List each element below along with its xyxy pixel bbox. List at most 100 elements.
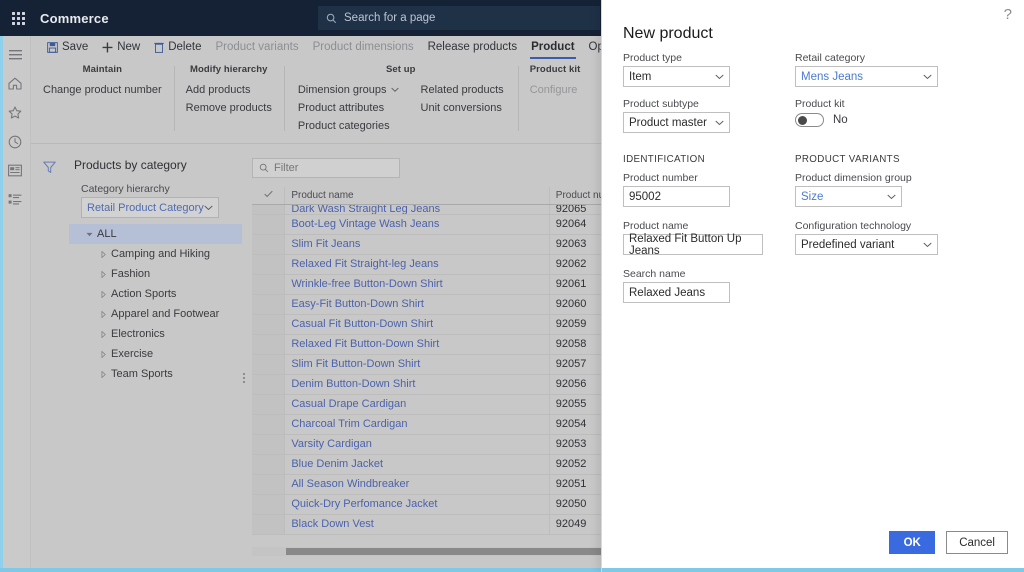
splitter-dots-icon xyxy=(243,373,245,383)
triangle-collapsed-icon[interactable] xyxy=(95,290,111,298)
row-select-cell[interactable] xyxy=(252,234,286,255)
unit-conversions-item[interactable]: Unit conversions xyxy=(421,102,504,114)
tree-node-exercise[interactable]: Exercise xyxy=(69,344,242,364)
triangle-collapsed-icon[interactable] xyxy=(95,250,111,258)
row-select-cell[interactable] xyxy=(252,274,286,295)
triangle-collapsed-icon[interactable] xyxy=(95,350,111,358)
row-select-cell[interactable] xyxy=(252,514,286,535)
question-mark-icon[interactable]: ? xyxy=(1004,7,1012,22)
field-product-subtype: Product subtype Product master xyxy=(623,98,768,133)
product-categories-item[interactable]: Product categories xyxy=(298,120,399,132)
row-select-cell[interactable] xyxy=(252,314,286,335)
product-type-select[interactable]: Item xyxy=(623,66,730,87)
product-subtype-select[interactable]: Product master xyxy=(623,112,730,133)
cell-product-name[interactable]: Slim Fit Jeans xyxy=(284,234,550,255)
add-products-item[interactable]: Add products xyxy=(186,84,272,96)
row-select-cell[interactable] xyxy=(252,354,286,375)
category-hierarchy-select[interactable]: Retail Product Category xyxy=(81,197,219,218)
cell-product-name[interactable]: All Season Windbreaker xyxy=(284,474,550,495)
tab-product-variants[interactable]: Product variants xyxy=(208,36,305,58)
clock-icon[interactable] xyxy=(0,128,31,155)
tree-node-apparel-and-footwear[interactable]: Apparel and Footwear xyxy=(69,304,242,324)
row-select-cell[interactable] xyxy=(252,204,286,215)
row-product-number: Product number 95002 Product dimension g… xyxy=(623,172,1005,207)
retail-category-select[interactable]: Mens Jeans xyxy=(795,66,938,87)
dimension-groups-item[interactable]: Dimension groups xyxy=(298,84,399,96)
ok-button[interactable]: OK xyxy=(889,531,936,554)
cell-product-name[interactable]: Varsity Cardigan xyxy=(284,434,550,455)
tab-product-dimensions[interactable]: Product dimensions xyxy=(306,36,421,58)
cell-product-name[interactable]: Boot-Leg Vintage Wash Jeans xyxy=(284,214,550,235)
row-product-name: Product name Relaxed Fit Button Up Jeans… xyxy=(623,220,1005,257)
tab-release-products[interactable]: Release products xyxy=(421,36,525,58)
modules-list-icon[interactable] xyxy=(0,186,31,213)
home-icon[interactable] xyxy=(0,70,31,97)
tree-node-fashion[interactable]: Fashion xyxy=(69,264,242,284)
row-select-cell[interactable] xyxy=(252,494,286,515)
dialog-bottom-accent xyxy=(602,568,1024,572)
tree-node-label: Fashion xyxy=(111,268,151,280)
search-name-input[interactable]: Relaxed Jeans xyxy=(623,282,730,303)
cancel-button[interactable]: Cancel xyxy=(946,531,1008,554)
product-name-input[interactable]: Relaxed Fit Button Up Jeans xyxy=(623,233,763,257)
funnel-filter-icon[interactable] xyxy=(43,161,56,174)
tree-node-team-sports[interactable]: Team Sports xyxy=(69,364,242,384)
delete-button[interactable]: Delete xyxy=(147,36,208,58)
cell-product-name[interactable]: Denim Button-Down Shirt xyxy=(284,374,550,395)
cell-product-name[interactable]: Black Down Vest xyxy=(284,514,550,535)
left-accent-strip xyxy=(0,36,3,572)
grid-filter-input[interactable]: Filter xyxy=(252,158,400,178)
product-number-input[interactable]: 95002 xyxy=(623,186,730,207)
cell-product-name[interactable]: Dark Wash Straight Leg Jeans xyxy=(284,204,550,215)
product-attributes-item[interactable]: Product attributes xyxy=(298,102,399,114)
row-select-cell[interactable] xyxy=(252,254,286,275)
row-select-cell[interactable] xyxy=(252,454,286,475)
save-button[interactable]: Save xyxy=(40,36,95,58)
app-launcher-waffle-icon[interactable] xyxy=(0,0,36,36)
cell-product-name[interactable]: Wrinkle-free Button-Down Shirt xyxy=(284,274,550,295)
hamburger-menu-icon[interactable] xyxy=(0,41,31,68)
page-search-box[interactable]: Search for a page xyxy=(318,6,600,30)
workspaces-icon[interactable] xyxy=(0,157,31,184)
select-all-checkmark-icon[interactable] xyxy=(252,187,286,205)
row-select-cell[interactable] xyxy=(252,214,286,235)
row-select-cell[interactable] xyxy=(252,394,286,415)
configure-item[interactable]: Configure xyxy=(530,84,578,96)
cell-product-name[interactable]: Relaxed Fit Straight-leg Jeans xyxy=(284,254,550,275)
tree-node-electronics[interactable]: Electronics xyxy=(69,324,242,344)
cell-product-name[interactable]: Casual Drape Cardigan xyxy=(284,394,550,415)
product-dimension-group-select[interactable]: Size xyxy=(795,186,902,207)
cell-product-name[interactable]: Casual Fit Button-Down Shirt xyxy=(284,314,550,335)
cell-product-name[interactable]: Easy-Fit Button-Down Shirt xyxy=(284,294,550,315)
change-product-number-item[interactable]: Change product number xyxy=(43,84,162,96)
row-select-cell[interactable] xyxy=(252,334,286,355)
triangle-collapsed-icon[interactable] xyxy=(95,370,111,378)
triangle-collapsed-icon[interactable] xyxy=(95,330,111,338)
tab-product[interactable]: Product xyxy=(524,36,581,59)
product-dimension-group-value: Size xyxy=(801,190,824,203)
row-select-cell[interactable] xyxy=(252,474,286,495)
row-select-cell[interactable] xyxy=(252,374,286,395)
remove-products-item[interactable]: Remove products xyxy=(186,102,272,114)
triangle-collapsed-icon[interactable] xyxy=(95,270,111,278)
row-select-cell[interactable] xyxy=(252,434,286,455)
tree-node-all[interactable]: ALL xyxy=(69,224,242,244)
tree-node-camping-and-hiking[interactable]: Camping and Hiking xyxy=(69,244,242,264)
configuration-technology-select[interactable]: Predefined variant xyxy=(795,234,938,255)
cell-product-name[interactable]: Quick-Dry Perfomance Jacket xyxy=(284,494,550,515)
dialog-title: New product xyxy=(623,25,713,42)
new-button[interactable]: New xyxy=(95,36,147,58)
col-product-name[interactable]: Product name xyxy=(284,187,550,205)
tree-node-action-sports[interactable]: Action Sports xyxy=(69,284,242,304)
cell-product-name[interactable]: Blue Denim Jacket xyxy=(284,454,550,475)
row-select-cell[interactable] xyxy=(252,414,286,435)
product-kit-toggle[interactable] xyxy=(795,113,824,127)
cell-product-name[interactable]: Charcoal Trim Cardigan xyxy=(284,414,550,435)
cell-product-name[interactable]: Relaxed Fit Button-Down Shirt xyxy=(284,334,550,355)
cell-product-name[interactable]: Slim Fit Button-Down Shirt xyxy=(284,354,550,375)
triangle-expanded-icon[interactable] xyxy=(81,231,97,238)
row-select-cell[interactable] xyxy=(252,294,286,315)
related-products-item[interactable]: Related products xyxy=(421,84,504,96)
star-icon[interactable] xyxy=(0,99,31,126)
triangle-collapsed-icon[interactable] xyxy=(95,310,111,318)
